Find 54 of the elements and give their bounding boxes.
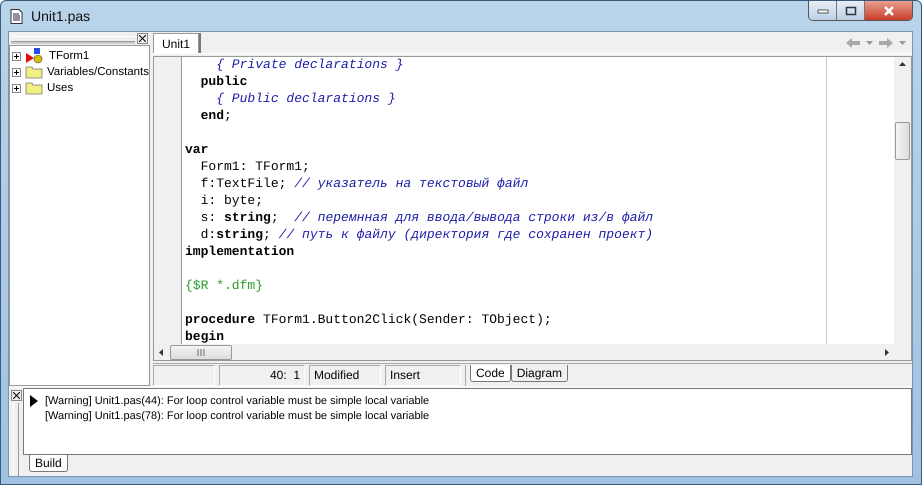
close-icon[interactable] bbox=[10, 390, 22, 401]
view-tab[interactable]: Code bbox=[470, 365, 511, 382]
document-icon bbox=[10, 8, 23, 24]
component-icon bbox=[25, 48, 45, 64]
code-text: i: byte; bbox=[200, 193, 264, 208]
status-text: 40: 1 bbox=[219, 365, 305, 386]
code-text: TForm1.Button2Click(Sender: TObject); bbox=[262, 312, 552, 327]
editor-tab[interactable]: Unit1 bbox=[153, 33, 200, 53]
code-comment: { Public declarations } bbox=[215, 91, 396, 106]
code-comment: // путь к файлу (директория где сохранен проект) bbox=[278, 227, 654, 242]
code-keyword: procedure bbox=[185, 312, 256, 327]
window-title: Unit1.pas bbox=[31, 8, 90, 24]
minimize-icon bbox=[816, 8, 828, 14]
code-text: s: bbox=[200, 210, 218, 225]
scroll-thumb[interactable] bbox=[170, 344, 232, 360]
close-button[interactable] bbox=[865, 1, 912, 20]
code-text: ; bbox=[263, 227, 272, 242]
code-keyword: var bbox=[185, 142, 208, 157]
code-text: Form1: TForm1; bbox=[200, 159, 310, 174]
code-keyword: end bbox=[200, 108, 224, 123]
scroll-thumb[interactable] bbox=[895, 122, 910, 160]
view-tab[interactable]: Diagram bbox=[510, 365, 568, 382]
status-text: Modified bbox=[309, 365, 381, 386]
expand-icon[interactable] bbox=[12, 68, 21, 76]
expand-icon[interactable] bbox=[12, 84, 21, 92]
messages-tab[interactable]: Build bbox=[29, 455, 68, 472]
close-icon[interactable] bbox=[137, 33, 148, 44]
code-keyword: implementation bbox=[185, 244, 294, 259]
message-item[interactable]: [Warning] Unit1.pas(78): For loop control variable must be simple local variable bbox=[45, 410, 430, 422]
code-keyword: public bbox=[200, 74, 248, 89]
code-comment: // указатель на текстовый файл bbox=[294, 176, 528, 191]
panel-grip[interactable] bbox=[11, 36, 135, 42]
code-text: d: bbox=[200, 227, 216, 242]
code-directive: {$R *.dfm} bbox=[185, 278, 264, 293]
tree-item[interactable]: TForm1 bbox=[47, 50, 90, 62]
minimize-button[interactable] bbox=[809, 1, 837, 20]
message-item[interactable]: [Warning] Unit1.pas(44): For loop control variable must be simple local variable bbox=[45, 394, 430, 406]
code-text: ; bbox=[270, 210, 280, 225]
tree-item[interactable]: Variables/Constants bbox=[44, 66, 149, 78]
code-text: ; bbox=[224, 108, 232, 123]
code-keyword: string bbox=[224, 210, 271, 225]
code-comment: // перемнная для ввода/вывода строки из/в файл bbox=[294, 210, 654, 225]
folder-icon bbox=[25, 65, 43, 79]
maximize-icon bbox=[844, 6, 856, 16]
folder-icon bbox=[25, 81, 43, 95]
code-text: f:TextFile; bbox=[200, 176, 288, 191]
status-text: Insert bbox=[385, 365, 461, 386]
code-keyword: begin bbox=[185, 329, 224, 344]
code-comment: { Private declarations } bbox=[215, 57, 404, 72]
maximize-button[interactable] bbox=[837, 1, 865, 20]
close-icon bbox=[882, 4, 896, 16]
expand-icon[interactable] bbox=[12, 52, 21, 60]
code-keyword: string bbox=[216, 227, 264, 242]
tree-item[interactable]: Uses bbox=[45, 82, 74, 94]
